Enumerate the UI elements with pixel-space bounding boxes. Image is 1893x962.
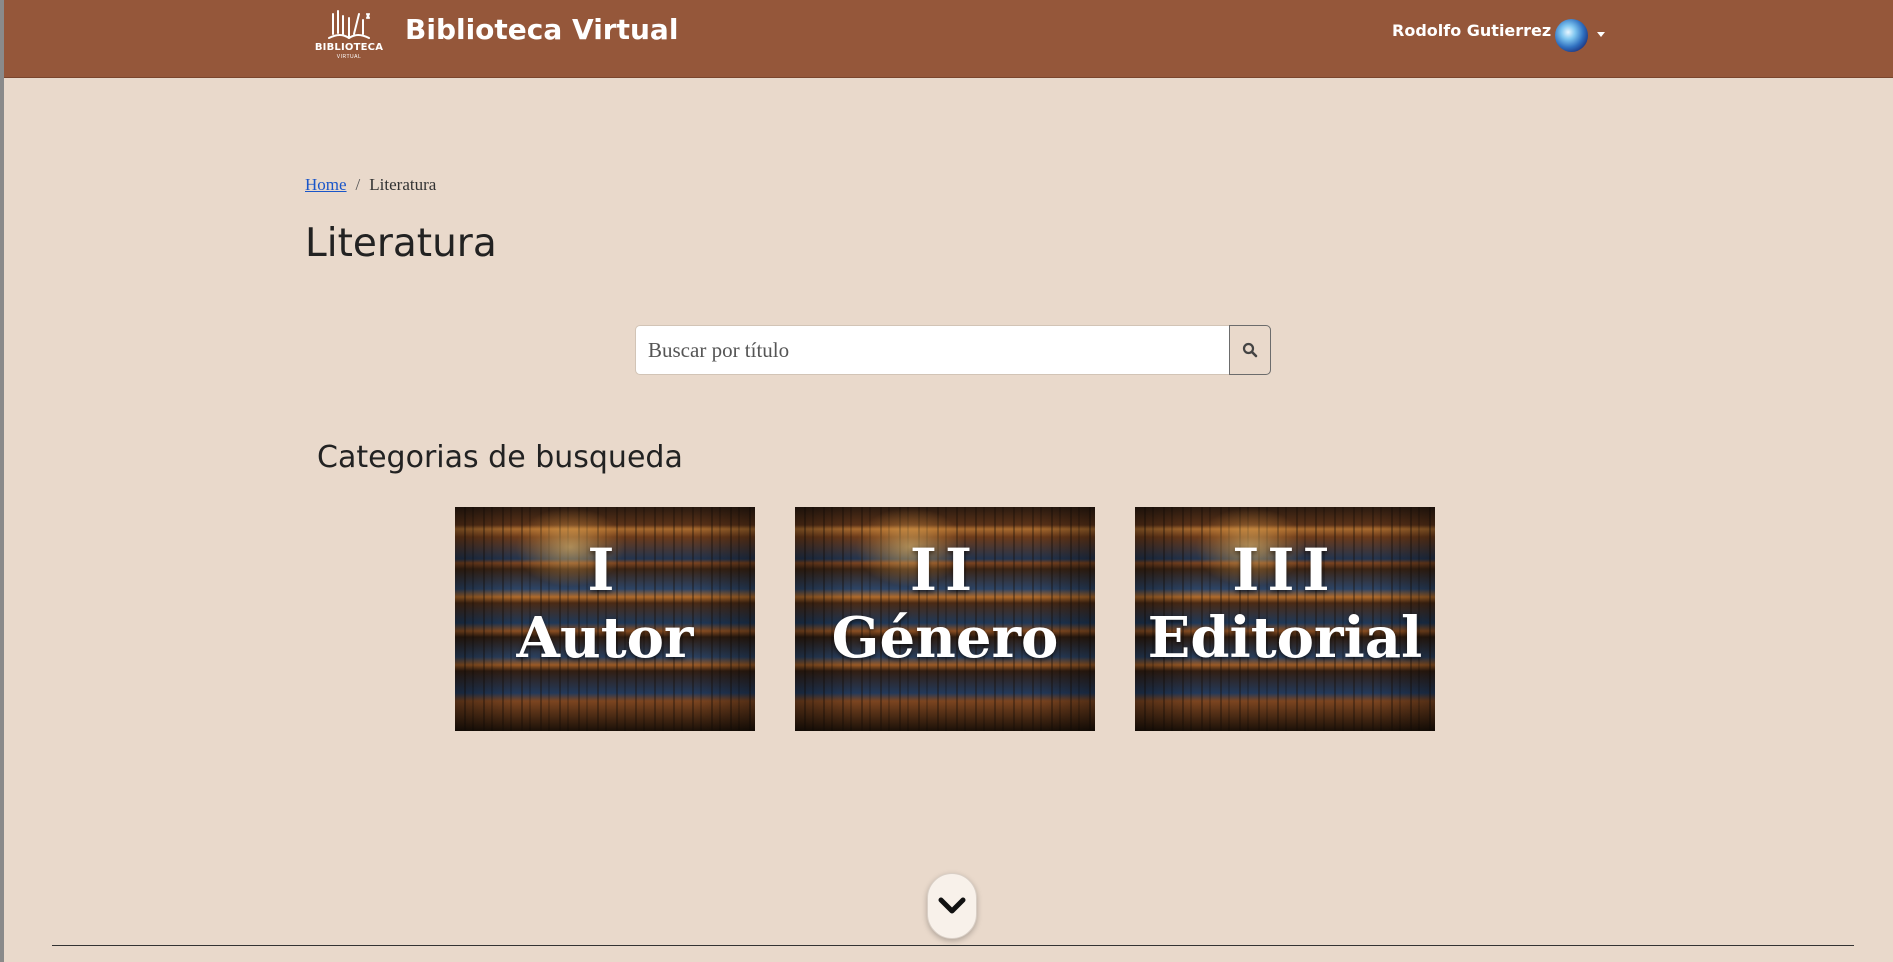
avatar[interactable]	[1555, 19, 1588, 52]
search-button[interactable]	[1229, 325, 1271, 375]
logo-text: BIBLIOTECA	[314, 42, 384, 53]
logo-subtext: VIRTUAL	[336, 54, 362, 60]
category-numeral: I	[587, 536, 623, 604]
category-label: Género	[831, 605, 1059, 671]
category-card-autor[interactable]: I Autor	[455, 507, 755, 731]
chevron-down-icon	[938, 897, 966, 914]
category-numeral: III	[1232, 536, 1338, 604]
search-bar	[635, 325, 1271, 375]
category-label: Autor	[516, 605, 694, 671]
footer-divider	[52, 945, 1854, 946]
page-title: Literatura	[305, 221, 497, 266]
breadcrumb-home-link[interactable]: Home	[305, 175, 347, 194]
brand-title[interactable]: Biblioteca Virtual	[405, 12, 678, 48]
breadcrumb-separator: /	[355, 175, 361, 194]
book-logo-icon	[328, 10, 370, 39]
category-card-genero[interactable]: II Género	[795, 507, 1095, 731]
navbar: BIBLIOTECA VIRTUAL Biblioteca Virtual Ro…	[4, 0, 1893, 78]
user-name[interactable]: Rodolfo Gutierrez	[1392, 21, 1551, 41]
breadcrumb: Home / Literatura	[305, 175, 436, 195]
window-edge	[0, 0, 4, 962]
category-card-editorial[interactable]: III Editorial	[1135, 507, 1435, 731]
logo[interactable]: BIBLIOTECA VIRTUAL	[309, 8, 389, 68]
breadcrumb-current: Literatura	[369, 175, 437, 194]
categories-title: Categorias de busqueda	[317, 440, 683, 475]
search-input[interactable]	[635, 325, 1229, 375]
chevron-down-icon[interactable]	[1597, 32, 1605, 37]
scroll-down-button[interactable]	[927, 873, 977, 939]
category-numeral: II	[909, 536, 981, 604]
search-icon	[1242, 342, 1258, 358]
category-label: Editorial	[1147, 605, 1423, 671]
